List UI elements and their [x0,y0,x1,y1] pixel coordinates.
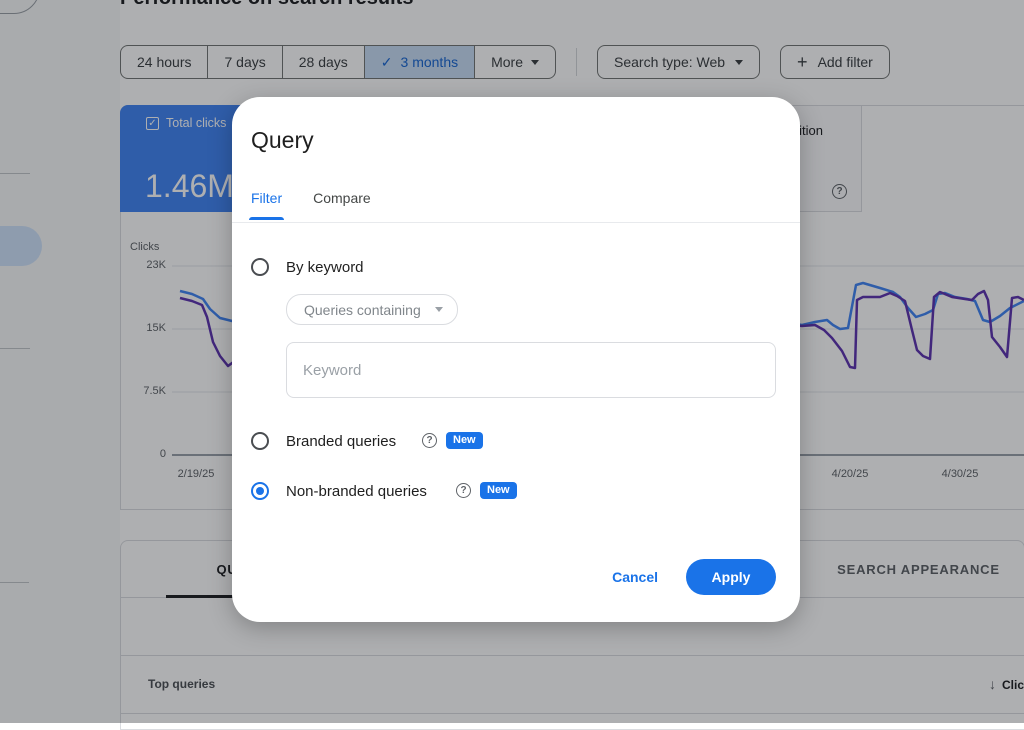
dialog-tab-bar: Filter Compare [249,190,371,220]
help-icon[interactable]: ? [456,483,471,498]
new-badge: New [480,482,517,499]
radio-non-branded-queries-selected[interactable] [251,482,269,500]
radio-branded-queries[interactable] [251,432,269,450]
tab-label: Filter [251,190,283,206]
tab-label: Compare [313,190,371,206]
keyword-input[interactable] [286,342,776,398]
tab-indicator [249,217,285,220]
apply-button[interactable]: Apply [686,559,776,595]
query-filter-dialog: Query Filter Compare By keyword Queries … [232,97,800,622]
dialog-title: Query [251,127,314,153]
match-type-value: Queries containing [304,301,421,318]
chevron-down-icon [434,307,443,312]
dialog-footer: Cancel Apply [612,559,776,595]
option-label[interactable]: Non-branded queries [286,483,427,500]
help-icon[interactable]: ? [422,433,437,448]
option-label[interactable]: By keyword [286,259,364,276]
tab-compare[interactable]: Compare [313,190,371,220]
cancel-button[interactable]: Cancel [612,569,658,585]
dialog-divider [232,222,800,223]
option-label[interactable]: Branded queries [286,433,396,450]
tab-filter[interactable]: Filter [249,190,285,220]
match-type-dropdown[interactable]: Queries containing [286,294,458,325]
new-badge: New [446,432,483,449]
radio-by-keyword[interactable] [251,258,269,276]
